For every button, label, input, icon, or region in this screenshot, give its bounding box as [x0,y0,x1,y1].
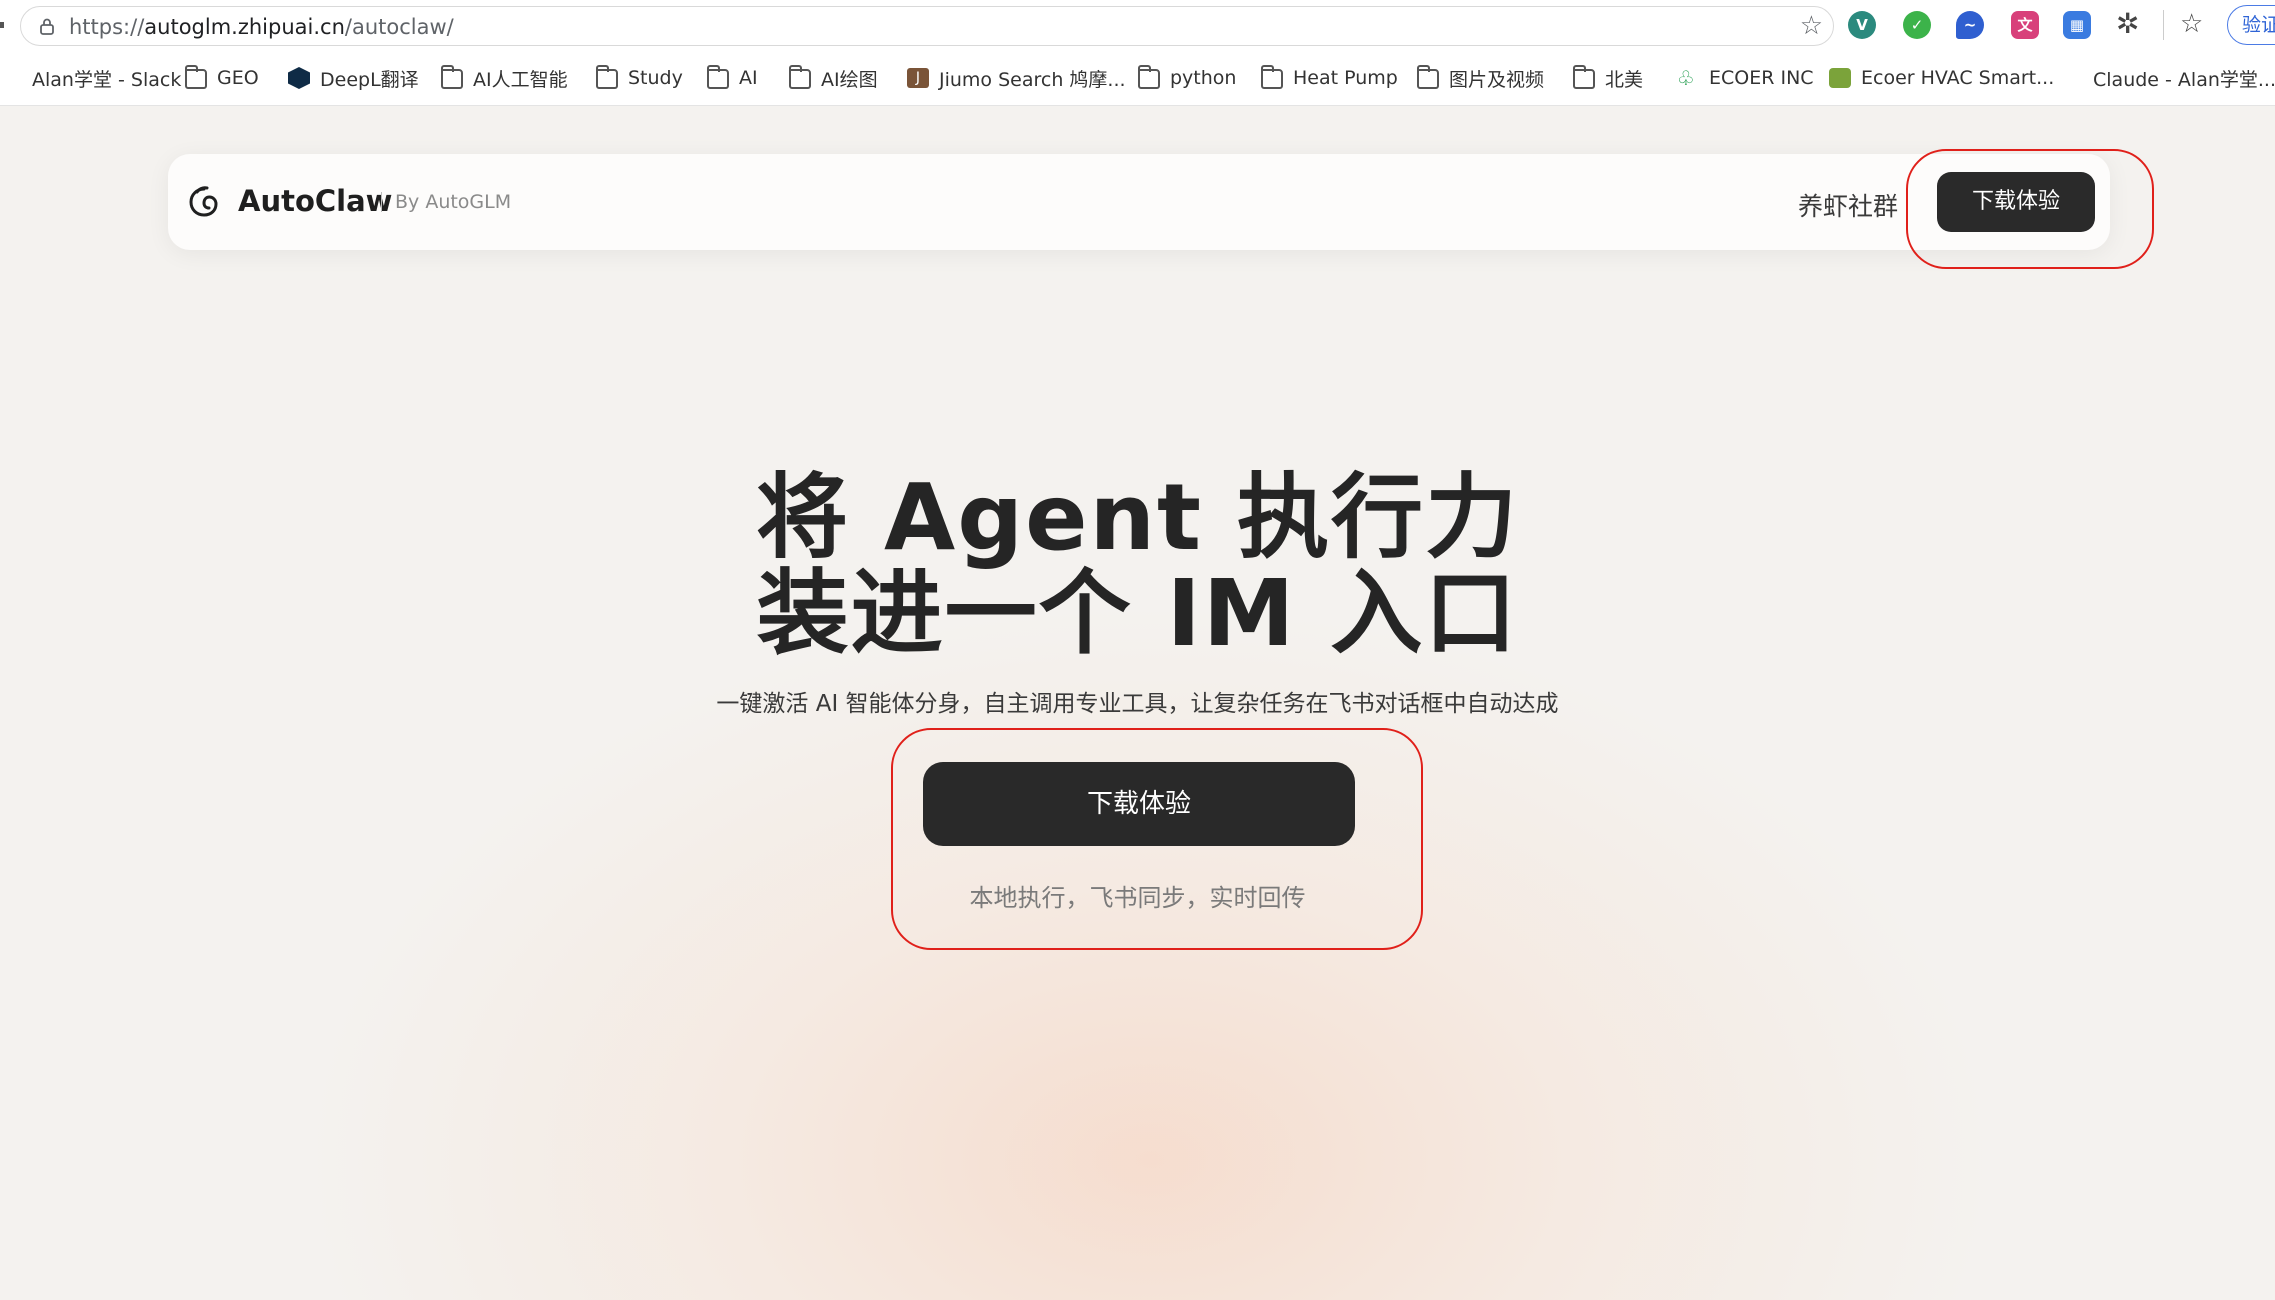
url-domain: autoglm.zhipuai.cn [144,15,345,39]
url-path: /autoclaw/ [344,15,454,39]
site-navbar: AutoClaw By AutoGLM 养虾社群 下载体验 [168,154,2110,250]
bookmark-star-icon[interactable]: ☆ [1800,13,1823,39]
url-prefix: https:// [69,15,145,39]
extension-check-icon[interactable]: ✓ [1903,11,1931,39]
bookmark-ecoer-hvac[interactable]: Ecoer HVAC Smart... [1829,58,2054,98]
brand-divider [381,192,382,212]
ecoer-icon: ♧ [1677,66,1695,90]
address-bar[interactable]: https://autoglm.zhipuai.cn/autoclaw/ ☆ [20,6,1834,46]
folder-icon [185,65,207,89]
browser-chrome: https://autoglm.zhipuai.cn/autoclaw/ ☆ V… [0,0,2275,106]
extension-bird-icon[interactable]: ~ [1956,11,1984,39]
folder-icon [1261,65,1283,89]
folder-icon [1138,65,1160,89]
hero-subtitle: 一键激活 AI 智能体分身，自主调用专业工具，让复杂任务在飞书对话框中自动达成 [716,691,1559,717]
url-text: https://autoglm.zhipuai.cn/autoclaw/ [69,15,454,39]
bookmark-ecoer[interactable]: ♧ ECOER INC [1677,58,1814,98]
bookmark-label: python [1170,67,1237,89]
folder-icon [441,65,463,89]
community-link[interactable]: 养虾社群 [1798,187,1898,223]
extension-pattern-icon[interactable]: ▦ [2063,11,2091,39]
bookmark-study[interactable]: Study [596,58,683,98]
bookmark-label: Alan学堂 - Slack [32,68,182,91]
folder-icon [789,65,811,89]
bookmark-claude[interactable]: Claude - Alan学堂... [2061,58,2275,98]
folder-icon [1573,65,1595,89]
bookmark-deepl[interactable]: DeepL翻译 [288,58,419,98]
bookmark-label: GEO [217,67,259,89]
bookmark-label: ECOER INC [1709,67,1814,89]
site-info-icon[interactable] [37,16,57,36]
bookmark-ai-rengong[interactable]: AI人工智能 [441,58,568,98]
bookmark-python[interactable]: python [1138,58,1236,98]
bookmark-heat-pump[interactable]: Heat Pump [1261,58,1398,98]
bookmark-label: Heat Pump [1293,67,1398,89]
bookmark-north-america[interactable]: 北美 [1573,58,1643,98]
bookmark-label: AI人工智能 [473,68,568,91]
bookmark-label: Study [628,67,683,89]
verify-button[interactable]: 验证 [2227,5,2275,45]
extension-vue-icon[interactable]: V [1848,11,1876,39]
annotation-circle-hero-download [891,728,1423,950]
folder-icon [596,65,618,89]
leaf-icon [1829,68,1851,88]
hero-title-line1: 将 Agent 执行力 [756,464,1519,571]
extensions-puzzle-icon[interactable]: ✲ [2116,6,2139,42]
slack-icon [0,68,22,88]
bookmark-label: Ecoer HVAC Smart... [1861,67,2055,89]
autoclaw-logo-icon[interactable] [186,184,222,220]
slack-icon [2061,68,2083,88]
hero-title-line2: 装进一个 IM 入口 [756,560,1519,667]
favorites-list-icon[interactable]: ☆ [2180,6,2203,42]
bookmarks-bar: Alan学堂 - Slack GEO DeepL翻译 AI人工智能 Study … [0,58,2275,98]
annotation-circle-nav-download [1906,149,2154,269]
jiumo-icon: J [907,68,929,88]
bookmark-jiumo[interactable]: J Jiumo Search 鸠摩... [907,58,1126,98]
extension-translate-icon[interactable]: 文 [2011,11,2039,39]
back-edge [0,22,4,28]
brand-name[interactable]: AutoClaw [238,184,392,218]
bookmark-geo[interactable]: GEO [185,58,259,98]
hero-title: 将 Agent 执行力 装进一个 IM 入口 [0,470,2275,662]
deepl-icon [288,67,310,89]
bookmark-label: AI [739,67,758,89]
folder-icon [1417,65,1439,89]
brand-byline: By AutoGLM [395,191,512,213]
bookmark-label: Jiumo Search 鸠摩... [939,68,1126,91]
bookmark-images-videos[interactable]: 图片及视频 [1417,58,1544,98]
bookmark-label: DeepL翻译 [320,68,419,91]
folder-icon [707,65,729,89]
bookmark-label: Claude - Alan学堂... [2093,68,2275,91]
bookmark-slack[interactable]: Alan学堂 - Slack [0,58,181,98]
bookmark-label: 图片及视频 [1449,68,1545,91]
bookmark-ai[interactable]: AI [707,58,758,98]
bookmark-ai-huitu[interactable]: AI绘图 [789,58,878,98]
toolbar-divider [2163,10,2164,40]
bookmark-label: 北美 [1605,68,1644,91]
bookmark-label: AI绘图 [821,68,878,91]
